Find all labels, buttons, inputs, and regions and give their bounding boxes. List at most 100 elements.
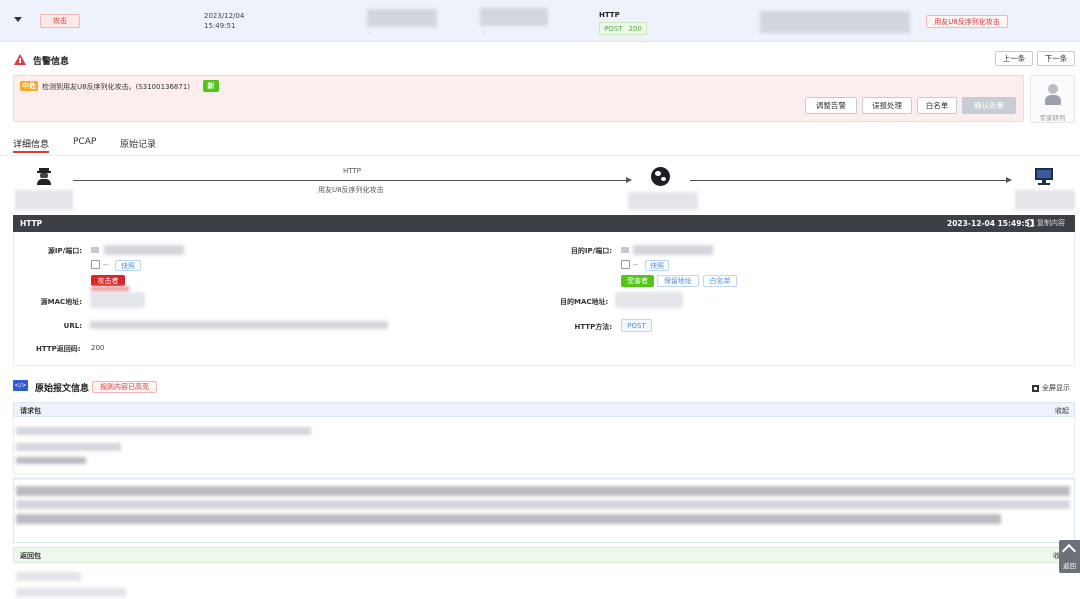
request-label: 请求包 bbox=[20, 407, 41, 415]
request-collapse[interactable]: 收起 bbox=[1055, 406, 1069, 416]
highlight-badge: 规则内容已高亮 bbox=[92, 381, 157, 393]
http-section-header bbox=[13, 215, 1075, 232]
attacker-ip-redacted bbox=[15, 190, 73, 210]
flow-arrowhead-right bbox=[1006, 177, 1012, 183]
src-ip-redacted bbox=[367, 9, 437, 27]
request-body bbox=[13, 417, 1075, 475]
globe-icon bbox=[651, 167, 670, 186]
payload-line-3 bbox=[16, 514, 1001, 524]
new-badge: 新 bbox=[203, 80, 219, 92]
src-ip-label: 源IP/端口: bbox=[47, 247, 82, 255]
victim-ip-redacted bbox=[1015, 190, 1075, 210]
alert-time: 15:49:51 bbox=[204, 22, 236, 30]
expert-analysis-card[interactable]: 专家研判 bbox=[1030, 75, 1075, 123]
dst-snapshot-icon[interactable] bbox=[621, 260, 630, 269]
confirm-dispose-button[interactable]: 确认处置 bbox=[962, 97, 1016, 114]
dst-snapshot-button[interactable]: 快照 bbox=[645, 260, 669, 271]
attacker-icon bbox=[36, 168, 52, 185]
src-port-value: -- bbox=[103, 261, 109, 269]
warning-exclaim bbox=[19, 58, 21, 63]
alert-message: 检测到用友U8反序列化攻击。(S3100136871) bbox=[42, 83, 191, 91]
victim-tag: 受害者 bbox=[621, 275, 654, 287]
http-section-title: HTTP bbox=[20, 219, 43, 228]
protocol-label: HTTP bbox=[599, 11, 620, 19]
flow-arrow-right bbox=[690, 180, 1008, 181]
method-tag: POST 200 bbox=[599, 22, 647, 35]
expert-avatar-icon bbox=[1045, 84, 1061, 106]
tab-details[interactable]: 详细信息 bbox=[13, 137, 50, 153]
response-label: 返回包 bbox=[20, 552, 41, 560]
flow-attack-name: 用友U8反序列化攻击 bbox=[318, 186, 384, 194]
dst-ip-value-redacted bbox=[633, 245, 713, 255]
raw-section-title: 原始报文信息 bbox=[35, 384, 90, 394]
response-header bbox=[13, 547, 1075, 563]
expert-label: 专家研判 bbox=[1039, 114, 1066, 122]
dst-port-value: -- bbox=[633, 261, 639, 269]
tab-pcap[interactable]: PCAP bbox=[73, 137, 96, 147]
response-line-2 bbox=[16, 588, 126, 597]
flow-protocol: HTTP bbox=[343, 167, 361, 175]
src-ip-value-redacted bbox=[104, 245, 184, 255]
fullscreen-label: 全屏显示 bbox=[1042, 384, 1070, 392]
tab-raw-log[interactable]: 原始记录 bbox=[120, 137, 156, 150]
protect-address-button[interactable]: 保留地址 bbox=[657, 275, 699, 287]
fullscreen-button[interactable]: 全屏显示 bbox=[1032, 383, 1070, 393]
http-method-label: HTTP方法: bbox=[574, 323, 613, 331]
gateway-redacted bbox=[628, 192, 698, 210]
severity-badge: 中危 bbox=[20, 81, 38, 91]
tab-divider bbox=[0, 155, 1080, 156]
whitelist-button[interactable]: 白名单 bbox=[917, 97, 957, 114]
dst-whitelist-button[interactable]: 白名单 bbox=[703, 275, 737, 287]
http-code-label: HTTP返回码: bbox=[36, 345, 81, 353]
url-label: URL: bbox=[63, 322, 82, 330]
dot-b: . bbox=[483, 27, 486, 35]
tab-pcap-label: PCAP bbox=[73, 137, 97, 147]
attacker-tag: 攻击者 bbox=[91, 275, 125, 286]
request-line-2 bbox=[16, 443, 121, 451]
alert-info-title: 告警信息 bbox=[33, 57, 70, 67]
flow-arrow-left bbox=[73, 180, 630, 181]
chevron-up-icon bbox=[1061, 543, 1077, 559]
dot-a: . bbox=[368, 27, 371, 35]
adjust-alert-button[interactable]: 调整告警 bbox=[805, 97, 857, 114]
dst-mac-redacted bbox=[615, 292, 683, 308]
caret-down-icon[interactable] bbox=[14, 17, 22, 22]
src-snapshot-icon[interactable] bbox=[91, 260, 100, 269]
next-button[interactable]: 下一条 bbox=[1037, 51, 1075, 66]
alert-row[interactable]: 攻击 2023/12/04 15:49:51 . . HTTP POST 200… bbox=[0, 0, 1080, 42]
back-to-top-label: 返回 bbox=[1063, 562, 1076, 570]
response-line-1 bbox=[16, 572, 81, 581]
url-value-redacted bbox=[90, 321, 388, 329]
tab-raw-log-label: 原始记录 bbox=[120, 140, 157, 150]
rule-tag[interactable]: 用友U8反序列化攻击 bbox=[926, 15, 1008, 28]
request-header bbox=[13, 402, 1075, 417]
method-text: POST bbox=[604, 24, 623, 33]
request-line-3 bbox=[16, 457, 86, 464]
copy-icon bbox=[1027, 219, 1034, 227]
http-timestamp: 2023-12-04 15:49:51 bbox=[947, 219, 1035, 228]
asset-redacted bbox=[760, 11, 910, 33]
dst-ip-redacted bbox=[480, 8, 548, 26]
alert-date: 2023/12/04 bbox=[204, 12, 245, 20]
src-mac-label: 源MAC地址: bbox=[40, 298, 82, 306]
server-icon bbox=[1035, 168, 1053, 186]
code-icon: </> bbox=[13, 380, 28, 391]
false-positive-button[interactable]: 误报处理 bbox=[862, 97, 912, 114]
dst-host-icon bbox=[621, 247, 629, 253]
tab-details-label: 详细信息 bbox=[13, 140, 50, 150]
copy-label: 复制内容 bbox=[1037, 219, 1065, 227]
src-snapshot-button[interactable]: 快照 bbox=[115, 260, 141, 271]
request-line-1 bbox=[16, 427, 311, 435]
http-code-value: 200 bbox=[91, 344, 105, 352]
copy-content-button[interactable]: 复制内容 bbox=[1027, 218, 1065, 228]
attack-type-tag: 攻击 bbox=[40, 14, 80, 28]
payload-line-2 bbox=[16, 500, 1070, 509]
src-mac-redacted bbox=[90, 292, 145, 308]
flow-arrowhead-left bbox=[626, 177, 632, 183]
fullscreen-icon bbox=[1032, 384, 1039, 392]
dst-ip-label: 目的IP/端口: bbox=[570, 247, 612, 255]
status-code-text: 200 bbox=[628, 24, 642, 33]
http-method-tag: POST bbox=[621, 319, 652, 332]
prev-button[interactable]: 上一条 bbox=[995, 51, 1033, 66]
back-to-top-button[interactable]: 返回 bbox=[1059, 540, 1080, 573]
